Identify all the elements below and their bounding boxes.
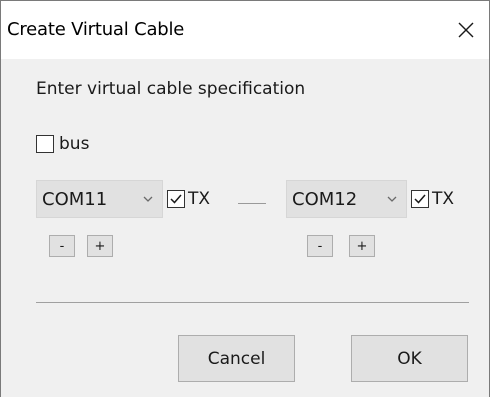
checkmark-icon (170, 194, 182, 204)
bus-option[interactable]: bus (36, 133, 89, 155)
ok-button[interactable]: OK (351, 335, 468, 382)
right-plus-button[interactable]: + (349, 235, 375, 257)
left-tx-option[interactable]: TX (167, 188, 210, 210)
checkmark-icon (414, 194, 426, 204)
left-tx-label: TX (188, 189, 211, 209)
dialog-content: Enter virtual cable specification bus CO… (1, 59, 489, 397)
left-tx-checkbox[interactable] (167, 190, 185, 208)
right-minus-button[interactable]: - (307, 235, 333, 257)
instruction-text: Enter virtual cable specification (36, 79, 306, 99)
cancel-button[interactable]: Cancel (178, 335, 295, 382)
title-bar[interactable]: Create Virtual Cable (1, 1, 489, 59)
window-title: Create Virtual Cable (7, 19, 185, 40)
separator-line (36, 302, 469, 303)
left-port-value: COM11 (42, 188, 108, 210)
cable-connector-line (238, 203, 266, 204)
close-button[interactable] (443, 1, 489, 59)
left-port-select[interactable]: COM11 (36, 180, 163, 218)
right-tx-label: TX (432, 189, 455, 209)
chevron-down-icon (387, 196, 397, 202)
close-icon (458, 22, 474, 38)
bus-label: bus (59, 134, 90, 154)
dialog-window: Create Virtual Cable Enter virtual cable… (0, 0, 490, 397)
left-minus-button[interactable]: - (49, 235, 75, 257)
right-port-value: COM12 (292, 188, 358, 210)
bus-checkbox[interactable] (36, 135, 54, 153)
right-tx-option[interactable]: TX (411, 188, 454, 210)
right-tx-checkbox[interactable] (411, 190, 429, 208)
right-port-select[interactable]: COM12 (286, 180, 407, 218)
left-plus-button[interactable]: + (87, 235, 113, 257)
chevron-down-icon (143, 196, 153, 202)
